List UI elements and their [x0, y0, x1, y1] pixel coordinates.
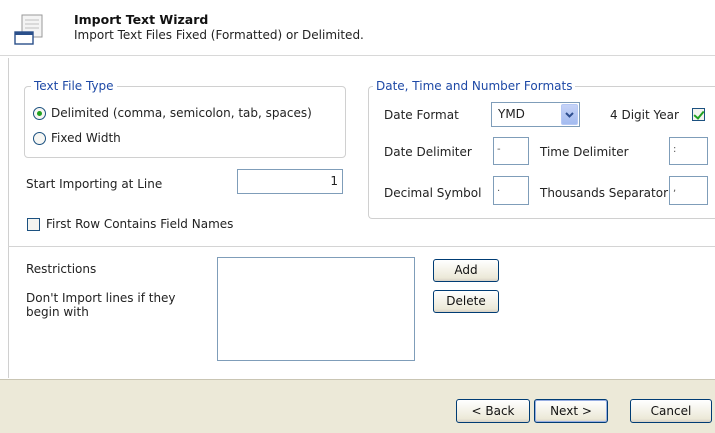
first-row-label[interactable]: First Row Contains Field Names [46, 217, 233, 231]
four-digit-year-label: 4 Digit Year [610, 108, 679, 122]
back-button[interactable]: < Back [456, 399, 530, 423]
fixed-width-radio[interactable] [33, 132, 46, 145]
date-format-value: YMD [498, 107, 525, 121]
cancel-button[interactable]: Cancel [630, 399, 712, 423]
text-file-type-legend: Text File Type [31, 79, 117, 93]
delimited-radio-label[interactable]: Delimited (comma, semicolon, tab, spaces… [51, 106, 312, 120]
wizard-header: Import Text Wizard Import Text Files Fix… [0, 0, 715, 56]
start-line-input[interactable]: 1 [237, 169, 343, 194]
date-format-select[interactable]: YMD [491, 102, 580, 127]
decimal-symbol-input[interactable]: . [493, 176, 529, 205]
delimited-radio[interactable] [33, 107, 46, 120]
date-format-dropdown-button[interactable] [561, 104, 578, 125]
wizard-title: Import Text Wizard [74, 12, 209, 27]
thousands-separator-label: Thousands Separator [540, 186, 669, 200]
time-delimiter-input[interactable]: : [669, 137, 708, 165]
date-delimiter-label: Date Delimiter [384, 145, 472, 159]
restrictions-description: Don't Import lines if they begin with [26, 291, 176, 319]
restrictions-list[interactable] [217, 257, 415, 361]
text-file-type-group [24, 86, 346, 158]
four-digit-year-checkbox[interactable] [692, 108, 705, 121]
first-row-checkbox[interactable] [27, 218, 40, 231]
formats-legend: Date, Time and Number Formats [373, 79, 576, 93]
section-divider [8, 246, 715, 247]
delete-restriction-button[interactable]: Delete [433, 290, 499, 313]
decimal-symbol-label: Decimal Symbol [384, 186, 482, 200]
restrictions-label: Restrictions [26, 262, 97, 276]
import-wizard-icon [14, 14, 43, 45]
fixed-width-radio-label[interactable]: Fixed Width [51, 131, 121, 145]
start-line-label: Start Importing at Line [26, 177, 163, 191]
wizard-subtitle: Import Text Files Fixed (Formatted) or D… [74, 28, 364, 42]
thousands-separator-input[interactable]: , [669, 176, 708, 205]
add-restriction-button[interactable]: Add [433, 259, 499, 282]
date-delimiter-input[interactable]: - [493, 137, 529, 165]
next-button[interactable]: Next > [534, 399, 608, 423]
time-delimiter-label: Time Delimiter [540, 145, 629, 159]
date-format-label: Date Format [384, 108, 459, 122]
chevron-down-icon [565, 112, 574, 118]
